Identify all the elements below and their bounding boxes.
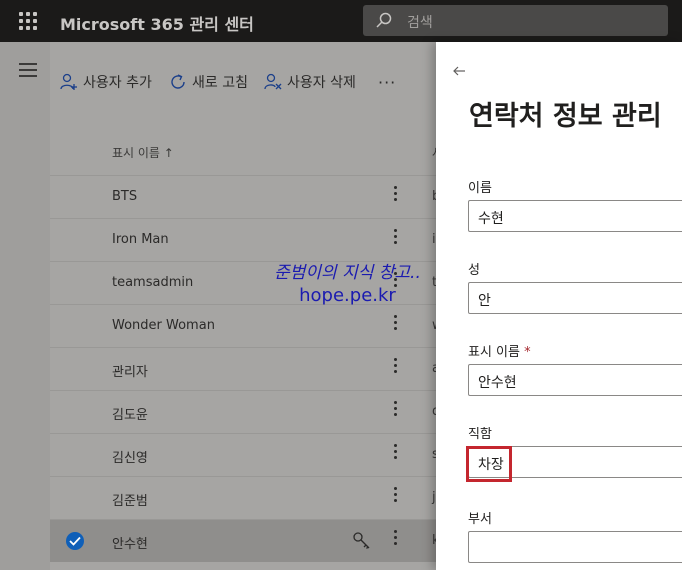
search-icon [376,12,392,28]
display-name-field[interactable]: 안수현 [468,364,682,396]
column-header-display-name[interactable]: 표시 이름 ↑ [112,144,174,161]
department-field[interactable] [468,531,682,563]
refresh-label: 새로 고침 [192,75,248,91]
first-name-label: 이름 [468,181,492,196]
row-more-icon[interactable] [391,401,399,421]
contact-info-panel: 연락처 정보 관리 이름 수현 성 안 표시 이름 * 안수현 직함 차장 부서 [436,42,682,570]
row-more-icon[interactable] [391,186,399,206]
table-row[interactable]: Iron Man i [50,218,436,261]
app-title[interactable]: Microsoft 365 관리 센터 [60,11,254,35]
table-row[interactable]: 김도윤 d [50,390,436,433]
row-more-icon[interactable] [391,487,399,507]
row-more-icon[interactable] [391,229,399,249]
hamburger-menu-icon[interactable] [19,63,37,77]
add-user-icon [60,73,77,90]
job-title-label: 직함 [468,427,492,442]
row-more-icon[interactable] [391,444,399,464]
user-display-name[interactable]: teamsadmin [112,275,193,290]
watermark: 준범이의 지식 창고.. hope.pe.kr [260,258,435,306]
app-launcher-icon[interactable] [19,12,37,30]
user-display-name[interactable]: 김준범 [112,490,148,509]
table-row[interactable]: 김신영 s [50,433,436,476]
user-table: BTS b Iron Man i teamsadmin t Wonder Wom… [50,175,436,562]
user-display-name[interactable]: Iron Man [112,232,169,247]
left-nav [0,42,50,570]
user-list-area: 사용자 추가 새로 고침 사용자 삭제 ··· 표시 이름 ↑ 사 BTS b [50,42,436,570]
last-name-field[interactable]: 안 [468,282,682,314]
required-mark: * [524,345,531,360]
user-display-name[interactable]: 김도윤 [112,404,148,423]
add-user-label: 사용자 추가 [83,75,152,91]
table-row[interactable]: 관리자 a [50,347,436,390]
top-bar: Microsoft 365 관리 센터 검색 [0,0,682,42]
user-display-name[interactable]: BTS [112,189,137,204]
reset-password-key-icon[interactable] [352,531,372,551]
department-label: 부서 [468,512,492,527]
user-display-name[interactable]: 안수현 [112,533,148,552]
last-name-value: 안 [478,293,491,309]
display-name-value: 안수현 [478,375,517,391]
user-display-name[interactable]: 김신영 [112,447,148,466]
delete-user-button[interactable]: 사용자 삭제 [264,64,356,100]
table-row-selected[interactable]: 안수현 k [50,519,436,562]
first-name-field[interactable]: 수현 [468,200,682,232]
row-more-icon[interactable] [391,315,399,335]
row-more-icon[interactable] [391,530,399,550]
user-display-name[interactable]: Wonder Woman [112,318,215,333]
search-input[interactable]: 검색 [363,5,668,36]
watermark-line2: hope.pe.kr [299,285,396,306]
display-name-label: 표시 이름 * [468,341,531,360]
command-bar: 사용자 추가 새로 고침 사용자 삭제 ··· [50,64,436,104]
checkmark-icon[interactable] [66,532,84,550]
user-display-name[interactable]: 관리자 [112,361,148,380]
add-user-button[interactable]: 사용자 추가 [60,64,152,100]
refresh-icon [171,74,185,89]
first-name-value: 수현 [478,211,504,227]
table-row[interactable]: BTS b [50,175,436,218]
row-more-icon[interactable] [391,358,399,378]
search-placeholder: 검색 [407,15,433,31]
refresh-button[interactable]: 새로 고침 [169,64,248,100]
delete-user-label: 사용자 삭제 [287,75,356,91]
more-options-button[interactable]: ··· [378,73,396,92]
table-row[interactable]: 김준범 j [50,476,436,519]
last-name-label: 성 [468,263,480,278]
delete-user-icon [264,73,282,90]
highlight-box [466,446,512,482]
watermark-line1: 준범이의 지식 창고.. [274,263,421,283]
panel-title: 연락처 정보 관리 [469,101,662,132]
table-row[interactable]: Wonder Woman w [50,304,436,347]
back-arrow-icon[interactable] [452,64,466,78]
display-name-label-text: 표시 이름 [468,345,520,360]
